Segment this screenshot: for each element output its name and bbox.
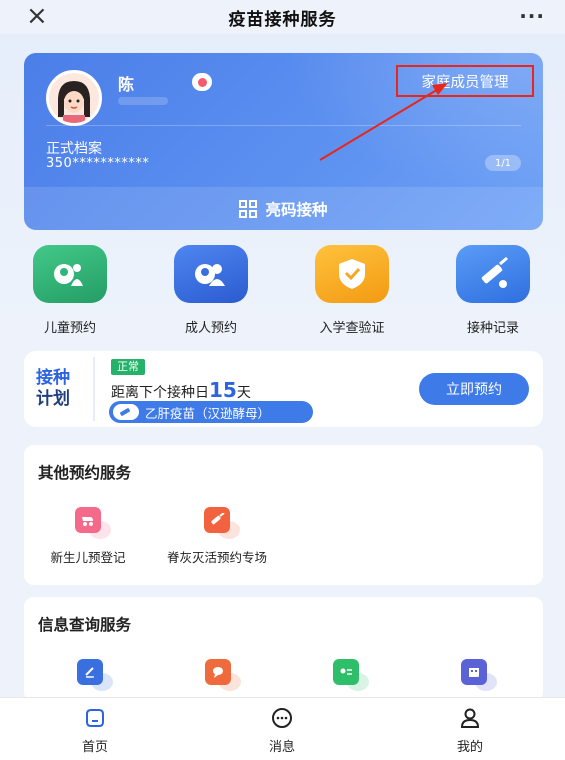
nav-mine[interactable]: 我的 [430, 706, 510, 755]
building-icon [461, 659, 497, 691]
book-now-button[interactable]: 立即预约 [419, 373, 529, 405]
other-services-section: 其他预约服务 新生儿预登记 脊灰灭活预约专场 [24, 445, 543, 585]
nav-messages[interactable]: 消息 [242, 706, 322, 755]
polio-vaccine-session[interactable]: 脊灰灭活预约专场 [152, 507, 282, 566]
child-appointment[interactable]: 儿童预约 [10, 245, 130, 336]
info-service-4[interactable] [454, 659, 497, 691]
service-label: 新生儿预登记 [50, 550, 126, 565]
plan-divider [93, 357, 95, 421]
archive-label: 正式档案 [46, 141, 102, 157]
next-vaccination-countdown: 距离下个接种日15天 [111, 378, 251, 402]
quick-entry-label: 成人预约 [184, 321, 237, 336]
school-verification[interactable]: 入学查验证 [292, 245, 412, 336]
chat-icon [205, 659, 241, 691]
bottom-navigation: 首页 消息 我的 [0, 697, 565, 760]
vaccination-plan-card[interactable]: 接种 计划 正常 距离下个接种日15天 乙肝疫苗（汉逊酵母） 立即预约 [24, 351, 543, 427]
nav-home[interactable]: 首页 [55, 706, 135, 755]
adult-icon [174, 245, 248, 303]
message-icon [272, 708, 292, 728]
plan-title-line2: 计划 [36, 389, 70, 409]
more-icon[interactable]: ··· [519, 4, 545, 28]
card-divider [46, 125, 521, 126]
plan-title-line1: 接种 [36, 368, 70, 388]
nav-label: 首页 [81, 740, 108, 755]
quick-entries: 儿童预约 成人预约 入学查验证 接种记录 [0, 245, 565, 336]
vaccine-name-pill[interactable]: 乙肝疫苗（汉逊酵母） [109, 401, 313, 423]
section-title: 其他预约服务 [38, 464, 132, 482]
scan-code-label: 亮码接种 [265, 200, 328, 219]
vaccine-name: 乙肝疫苗（汉逊酵母） [145, 405, 271, 421]
section-title: 信息查询服务 [38, 616, 132, 634]
vaccine-syringe-icon [113, 404, 139, 420]
qr-code-icon [239, 199, 258, 218]
adult-appointment[interactable]: 成人预约 [151, 245, 271, 336]
nav-label: 我的 [456, 740, 483, 755]
newborn-registration[interactable]: 新生儿预登记 [40, 507, 136, 566]
stroller-icon [75, 507, 111, 539]
family-manage-button[interactable]: 家庭成员管理 [396, 65, 534, 97]
profile-card[interactable]: 陈 家庭成员管理 正式档案 350*********** 1/1 亮码接种 [24, 53, 543, 230]
countdown-days: 15 [209, 378, 237, 402]
page-title: 疫苗接种服务 [228, 9, 337, 30]
vaccine-icon [204, 507, 240, 539]
user-name: 陈 [118, 75, 135, 94]
info-service-3[interactable] [326, 659, 369, 691]
scan-code-button[interactable]: 亮码接种 [24, 187, 543, 230]
syringe-icon [456, 245, 530, 303]
name-mask [118, 97, 168, 105]
top-bar: × 疫苗接种服务 ··· [0, 0, 565, 34]
avatar[interactable] [46, 70, 102, 126]
info-service-1[interactable] [70, 659, 113, 691]
info-services-section: 信息查询服务 [24, 597, 543, 702]
countdown-suffix: 天 [236, 385, 251, 401]
archive-id: 350*********** [46, 156, 150, 171]
countdown-prefix: 距离下个接种日 [111, 385, 209, 401]
home-icon [86, 709, 104, 727]
quick-entry-label: 儿童预约 [43, 321, 96, 336]
user-icon [460, 708, 480, 728]
quick-entry-label: 接种记录 [466, 321, 519, 336]
child-icon [33, 245, 107, 303]
plan-title: 接种 计划 [36, 368, 86, 410]
close-icon[interactable]: × [26, 2, 48, 30]
document-icon [77, 659, 113, 691]
quick-entry-label: 入学查验证 [319, 321, 385, 336]
shield-icon [315, 245, 389, 303]
nav-label: 消息 [268, 740, 295, 755]
status-badge: 正常 [111, 359, 145, 375]
card-pager[interactable]: 1/1 [485, 155, 521, 171]
avatar-girl-icon [49, 73, 99, 123]
info-service-2[interactable] [198, 659, 241, 691]
verified-badge-icon [192, 73, 212, 91]
service-label: 脊灰灭活预约专场 [166, 550, 267, 565]
vaccination-records[interactable]: 接种记录 [433, 245, 553, 336]
id-card-icon [333, 659, 369, 691]
